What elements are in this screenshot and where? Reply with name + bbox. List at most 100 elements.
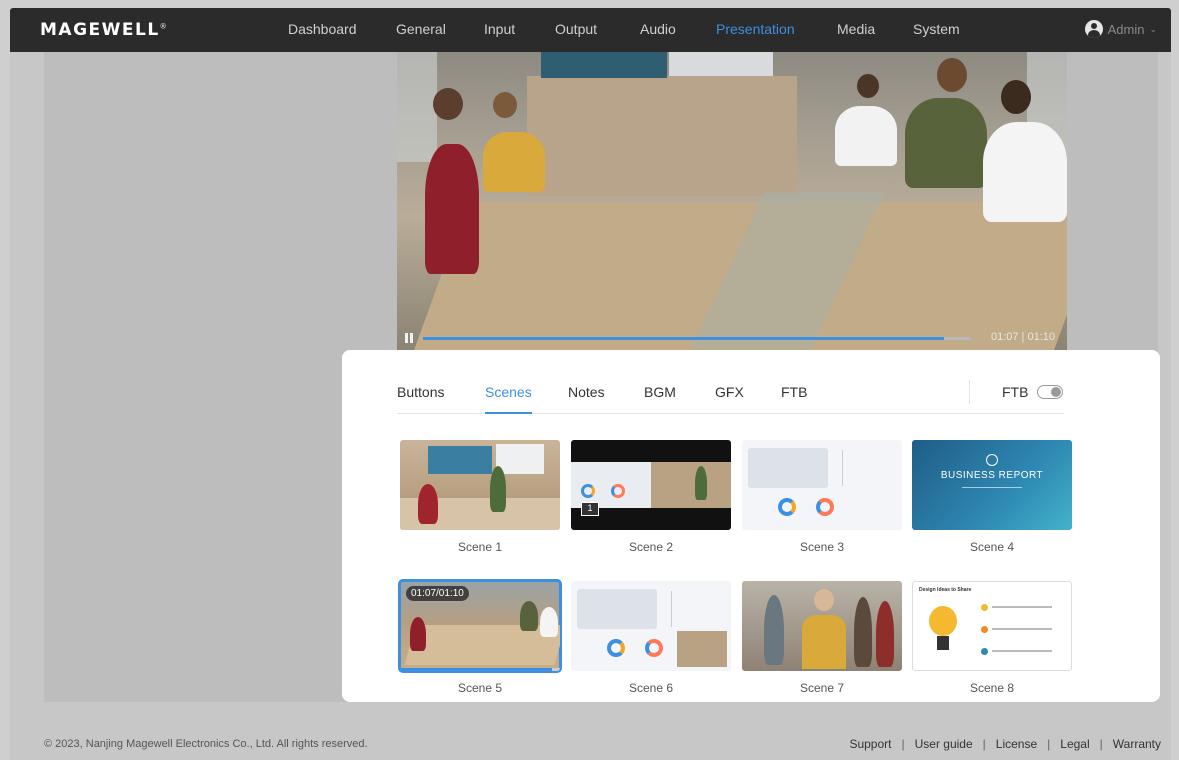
- footer-separator: |: [1047, 737, 1051, 751]
- scene-card-3[interactable]: Scene 3: [742, 440, 902, 554]
- video-person-decor: [425, 144, 479, 274]
- thumb-person-head: [814, 589, 834, 611]
- scene-progress-fill: [400, 668, 552, 671]
- tab-ftb[interactable]: FTB: [781, 384, 807, 400]
- scene-thumbnail[interactable]: 1: [571, 440, 731, 530]
- footer: © 2023, Nanjing Magewell Electronics Co.…: [10, 714, 1171, 760]
- thumb-bars-decor: [671, 591, 723, 627]
- tab-bgm[interactable]: BGM: [644, 384, 676, 400]
- nav-general[interactable]: General: [396, 21, 446, 37]
- thumb-person-decor: [540, 607, 558, 637]
- thumb-donut-decor: [816, 498, 834, 516]
- copyright-text: © 2023, Nanjing Magewell Electronics Co.…: [44, 738, 368, 750]
- thumb-donut-decor: [607, 639, 625, 657]
- scene-thumbnail[interactable]: [742, 581, 902, 671]
- logo-registered-mark: ®: [159, 22, 169, 31]
- lightbulb-base-decor: [937, 636, 949, 650]
- scene-thumbnail[interactable]: [571, 581, 731, 671]
- nav-media[interactable]: Media: [837, 21, 875, 37]
- scene-card-5[interactable]: 01:07/01:10 Scene 5: [398, 579, 562, 695]
- footer-link-user-guide[interactable]: User guide: [915, 737, 973, 751]
- logo-text: MAGEWELL: [40, 20, 160, 40]
- video-controls: 01:07 | 01:10: [397, 326, 1067, 350]
- scene-card-2[interactable]: 1 Scene 2: [571, 440, 731, 554]
- video-person-decor: [905, 98, 987, 188]
- thumb-list-item: [981, 646, 1065, 658]
- thumb-person-decor: [876, 601, 894, 667]
- scene-thumbnail[interactable]: [742, 440, 902, 530]
- magewell-logo[interactable]: MAGEWELL®: [40, 20, 168, 40]
- video-wall-decor: [527, 76, 797, 196]
- thumb-map-decor: [577, 589, 657, 629]
- ftb-toggle-label: FTB: [1002, 384, 1029, 400]
- video-window-decor: [397, 52, 437, 162]
- video-person-decor: [1001, 80, 1031, 114]
- footer-link-support[interactable]: Support: [849, 737, 891, 751]
- scene-label: Scene 5: [457, 681, 503, 695]
- nav-system[interactable]: System: [913, 21, 960, 37]
- scene-card-1[interactable]: Scene 1: [400, 440, 560, 554]
- panel-tabs: Buttons Scenes Notes BGM GFX FTB: [397, 376, 1064, 414]
- scene-card-7[interactable]: Scene 7: [742, 581, 902, 695]
- video-progress-fill: [423, 337, 944, 340]
- scene-card-6[interactable]: Scene 6: [571, 581, 731, 695]
- nav-dashboard[interactable]: Dashboard: [288, 21, 357, 37]
- tab-buttons[interactable]: Buttons: [397, 384, 444, 400]
- scene-thumbnail[interactable]: BUSINESS REPORT: [912, 440, 1072, 530]
- video-person-decor: [433, 88, 463, 120]
- footer-separator: |: [1099, 737, 1103, 751]
- scene-label: Scene 8: [969, 681, 1015, 695]
- tab-gfx[interactable]: GFX: [715, 384, 744, 400]
- user-avatar-icon: [1084, 20, 1103, 38]
- footer-links: Support | User guide | License | Legal |…: [849, 737, 1161, 751]
- video-progress-bar[interactable]: [423, 337, 971, 340]
- thumb-donut-decor: [778, 498, 796, 516]
- scene-thumbnail[interactable]: 01:07/01:10: [398, 579, 562, 673]
- video-screen-decor: [669, 52, 773, 76]
- thumb-person-decor: [695, 466, 707, 500]
- footer-link-license[interactable]: License: [996, 737, 1037, 751]
- thumb-person-decor: [802, 589, 846, 671]
- thumb-table-decor: [404, 625, 560, 665]
- pause-icon[interactable]: [405, 333, 413, 343]
- thumb-person-decor: [410, 617, 426, 651]
- footer-link-warranty[interactable]: Warranty: [1113, 737, 1161, 751]
- nav-audio[interactable]: Audio: [640, 21, 676, 37]
- tab-scenes[interactable]: Scenes: [485, 384, 532, 414]
- thumb-donut-decor: [581, 484, 595, 498]
- video-person-decor: [857, 74, 879, 98]
- thumb-screen-decor: [496, 444, 544, 474]
- thumb-divider: [962, 487, 1022, 488]
- video-person-decor: [835, 106, 897, 166]
- scene-thumbnail[interactable]: [400, 440, 560, 530]
- tab-divider: [969, 380, 970, 404]
- thumb-list-item: [981, 624, 1065, 636]
- ftb-toggle-switch[interactable]: [1037, 385, 1064, 399]
- thumb-title: BUSINESS REPORT: [940, 470, 1044, 481]
- scene-card-8[interactable]: Design Ideas to Share Scene 8: [912, 581, 1072, 695]
- tab-notes[interactable]: Notes: [568, 384, 605, 400]
- scene-layer-badge: 1: [581, 502, 599, 516]
- video-screen-decor: [541, 52, 667, 78]
- thumb-office-decor: [651, 462, 731, 508]
- presentation-control-panel: Buttons Scenes Notes BGM GFX FTB FTB Sce…: [342, 350, 1160, 702]
- video-person-decor: [493, 92, 517, 118]
- nav-input[interactable]: Input: [484, 21, 515, 37]
- nav-presentation[interactable]: Presentation: [716, 21, 795, 37]
- thumb-person-decor: [490, 466, 506, 512]
- video-time: 01:07 | 01:10: [990, 331, 1055, 343]
- footer-link-legal[interactable]: Legal: [1060, 737, 1089, 751]
- chevron-down-icon: ⌄: [1149, 23, 1157, 34]
- thumb-title: Design Ideas to Share: [919, 587, 972, 593]
- scene-thumbnail[interactable]: Design Ideas to Share: [912, 581, 1072, 671]
- footer-separator: |: [982, 737, 986, 751]
- thumb-person-decor: [764, 595, 784, 665]
- scene-label: Scene 4: [969, 540, 1015, 554]
- thumb-person-decor: [854, 597, 872, 667]
- presentation-video-preview[interactable]: 01:07 | 01:10: [397, 52, 1067, 350]
- top-navigation-bar: MAGEWELL® Dashboard General Input Output…: [10, 8, 1171, 52]
- nav-output[interactable]: Output: [555, 21, 597, 37]
- user-menu[interactable]: Admin ⌄: [1084, 20, 1157, 38]
- scene-card-4[interactable]: BUSINESS REPORT Scene 4: [912, 440, 1072, 554]
- video-person-decor: [983, 122, 1067, 222]
